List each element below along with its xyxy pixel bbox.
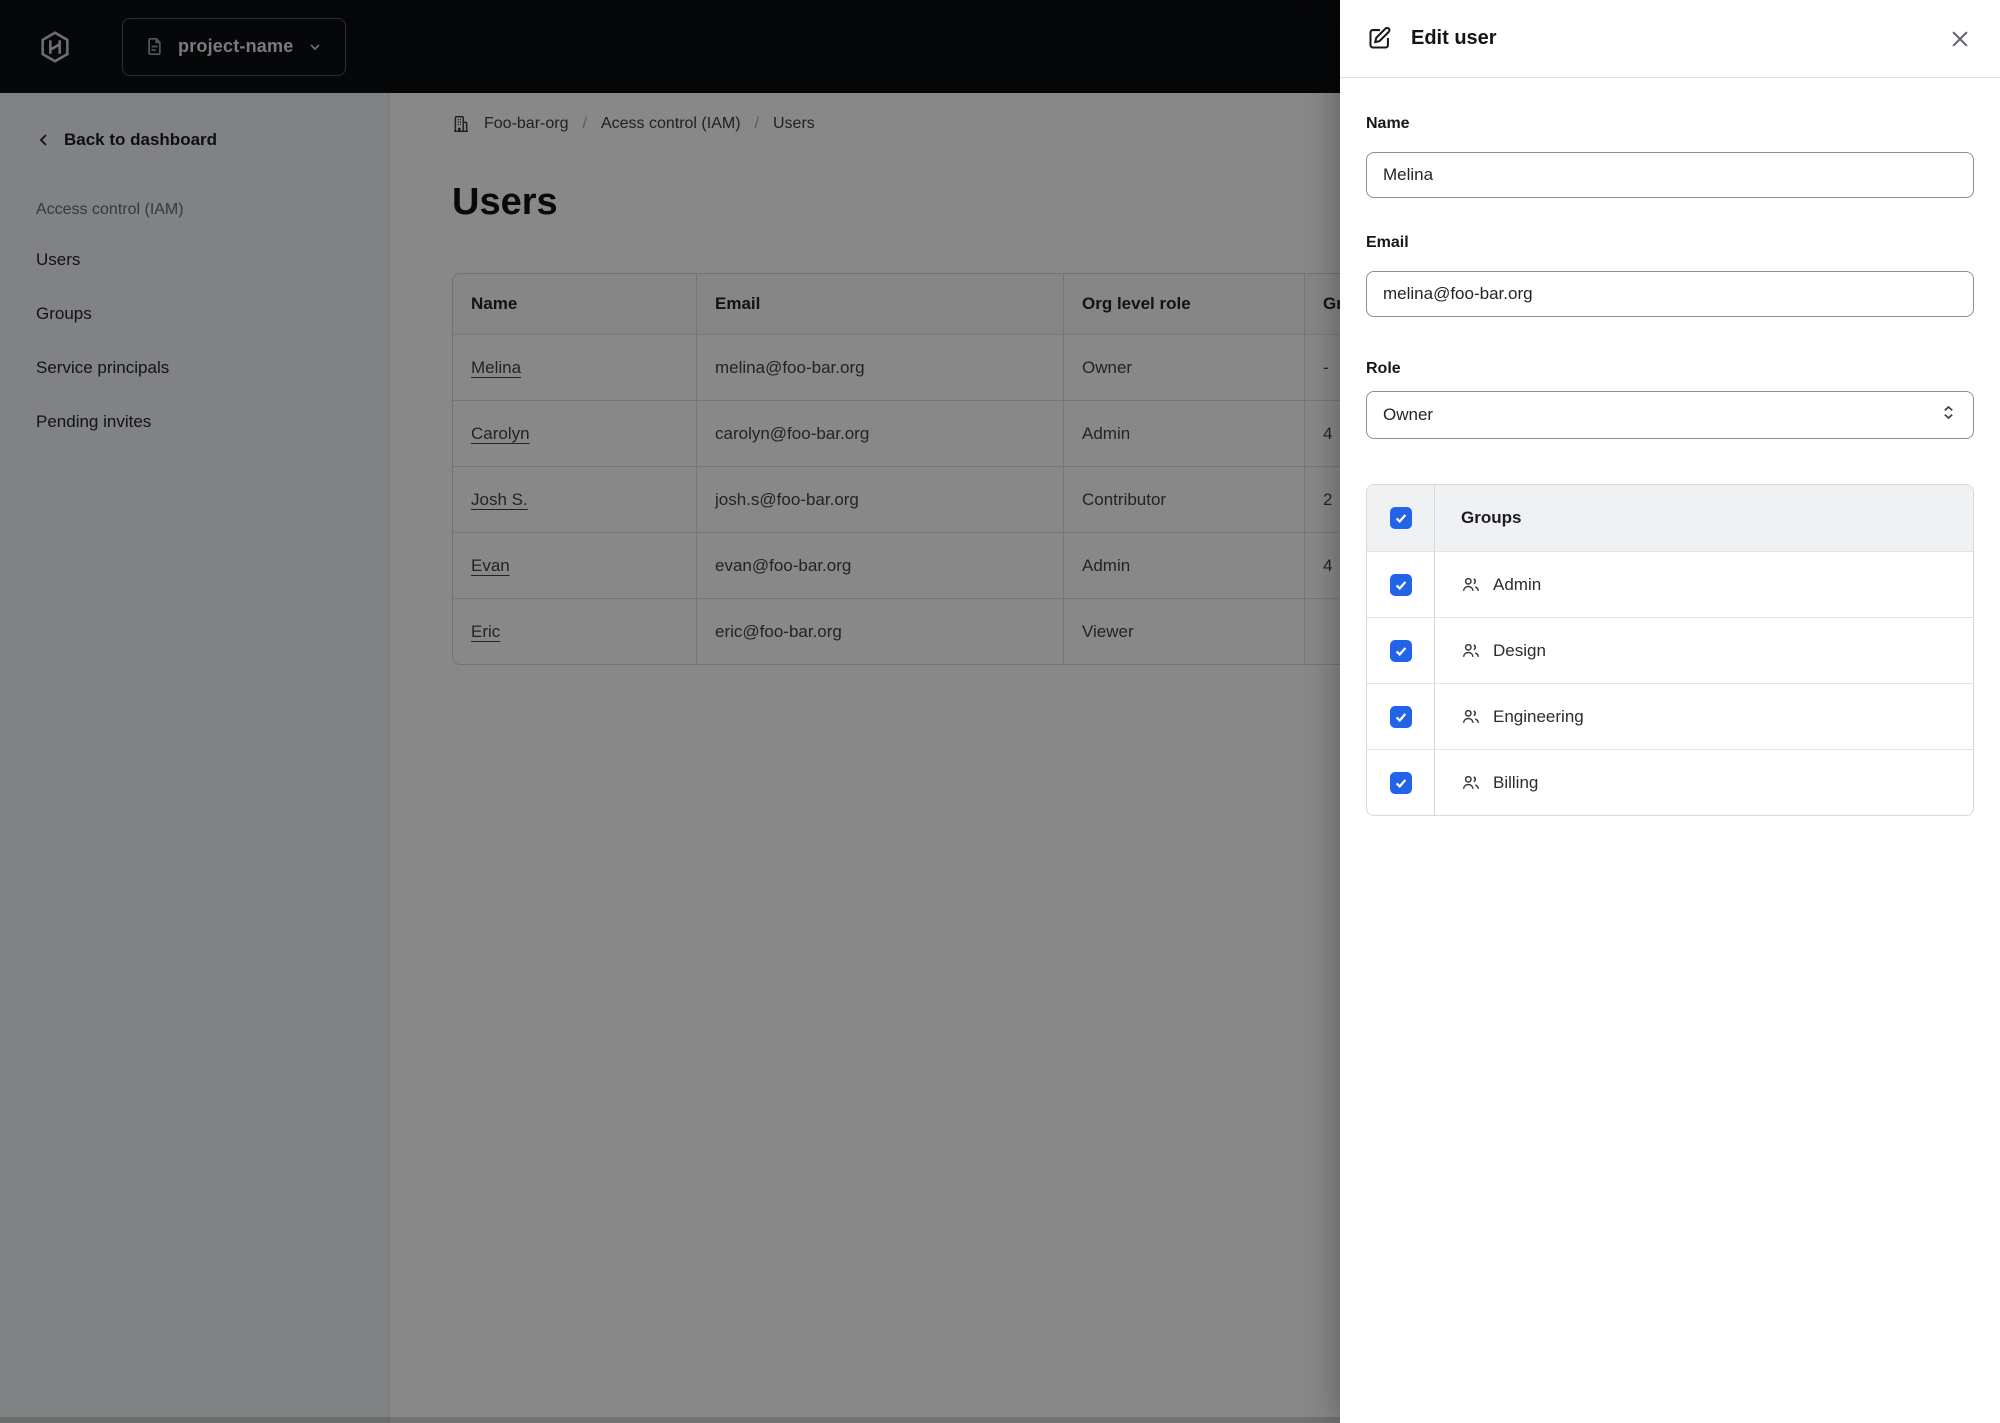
- edit-pencil-icon: [1369, 26, 1391, 49]
- group-row-engineering: Engineering: [1367, 683, 1973, 749]
- email-field-label: Email: [1366, 234, 1409, 251]
- group-checkbox[interactable]: [1389, 771, 1412, 794]
- close-icon[interactable]: [1946, 25, 1974, 53]
- groups-panel: Groups Admin Design Engineering Billing: [1366, 484, 1974, 816]
- role-select[interactable]: Owner: [1366, 391, 1974, 439]
- users-group-icon: [1462, 577, 1480, 591]
- group-row-admin: Admin: [1367, 551, 1973, 617]
- modal-backdrop[interactable]: [0, 0, 1340, 1423]
- group-label: Admin: [1493, 574, 1542, 594]
- group-label: Billing: [1493, 772, 1539, 792]
- users-group-icon: [1462, 709, 1480, 723]
- group-row-billing: Billing: [1367, 749, 1973, 815]
- name-field[interactable]: [1366, 152, 1974, 198]
- groups-header-label: Groups: [1461, 508, 1522, 527]
- role-field-label: Role: [1366, 360, 1401, 377]
- email-field[interactable]: [1366, 271, 1974, 317]
- group-checkbox[interactable]: [1389, 639, 1412, 662]
- group-label: Engineering: [1493, 706, 1584, 726]
- users-group-icon: [1462, 775, 1480, 789]
- name-field-label: Name: [1366, 115, 1410, 132]
- group-checkbox[interactable]: [1389, 573, 1412, 596]
- checkmark-icon: [1395, 514, 1406, 524]
- horizontal-scrollbar[interactable]: [0, 1417, 1340, 1423]
- edit-user-drawer: Edit user Name Email Role Owner: [1340, 0, 2000, 1423]
- groups-header-row: Groups: [1367, 485, 1973, 551]
- checkmark-icon: [1395, 646, 1406, 656]
- group-checkbox[interactable]: [1389, 705, 1412, 728]
- drawer-header: Edit user: [1340, 0, 2000, 78]
- users-group-icon: [1462, 643, 1480, 657]
- role-selected-value: Owner: [1383, 405, 1434, 424]
- app-root: project-name Back to dashboard Access co…: [0, 0, 2000, 1423]
- drawer-title: Edit user: [1411, 27, 1497, 49]
- group-label: Design: [1493, 640, 1546, 660]
- checkmark-icon: [1395, 712, 1406, 722]
- group-row-design: Design: [1367, 617, 1973, 683]
- checkmark-icon: [1395, 778, 1406, 788]
- groups-select-all-checkbox[interactable]: [1389, 507, 1412, 529]
- select-updown-icon: [1940, 404, 1957, 426]
- drawer-body: Name Email Role Owner: [1340, 78, 2000, 816]
- checkmark-icon: [1395, 580, 1406, 590]
